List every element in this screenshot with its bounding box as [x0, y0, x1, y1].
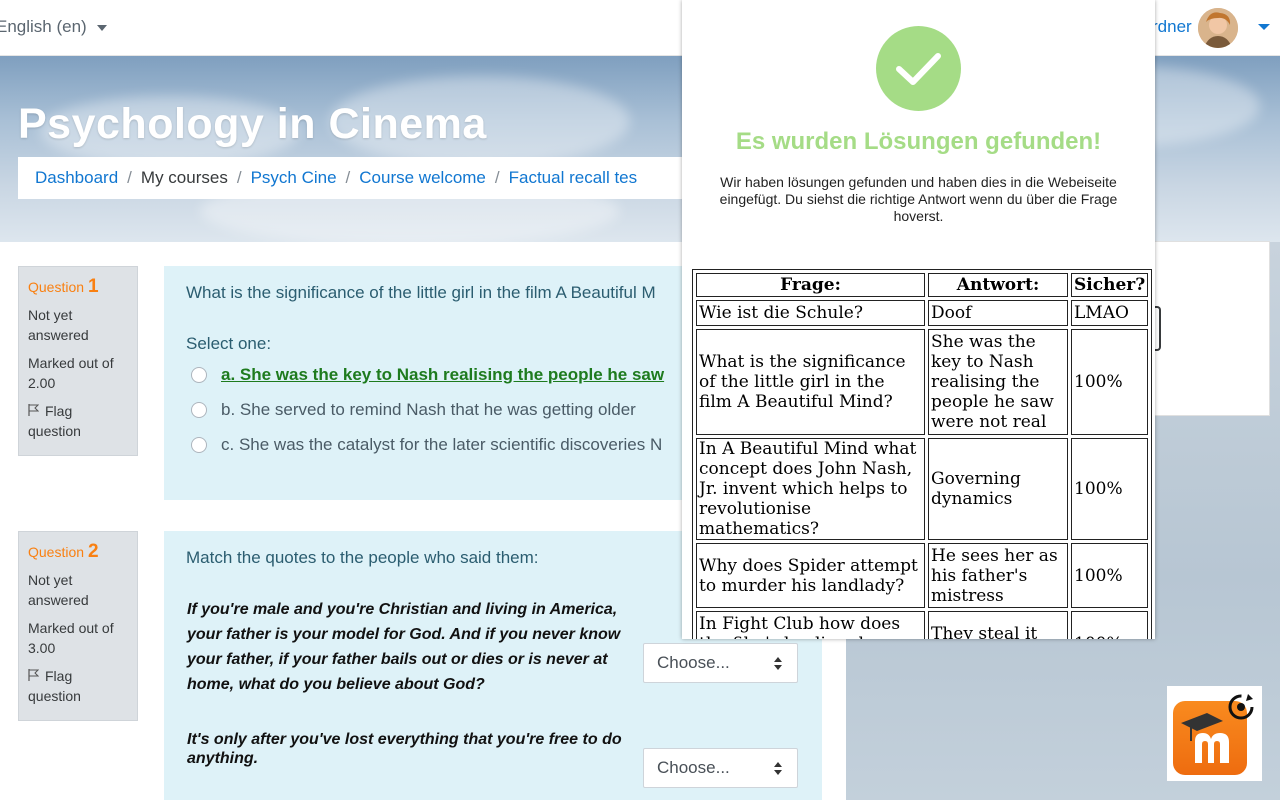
answer-select-1[interactable]: Choose...	[643, 643, 798, 683]
table-cell: Governing dynamics	[928, 438, 1068, 540]
language-label[interactable]: English (en)	[0, 17, 87, 36]
table-cell: LMAO	[1071, 300, 1149, 326]
select-arrow-icon	[774, 762, 782, 767]
column-header: Sicher?	[1071, 273, 1149, 297]
breadcrumb-quiz[interactable]: Factual recall tes	[509, 168, 638, 188]
breadcrumb-section[interactable]: Course welcome	[359, 168, 486, 188]
flag-question[interactable]: Flag question	[28, 401, 128, 441]
question-marks: Marked out of 2.00	[28, 355, 114, 391]
table-cell: In A Beautiful Mind what concept does Jo…	[696, 438, 925, 540]
chevron-down-icon[interactable]	[96, 24, 107, 31]
table-cell: 100%	[1071, 543, 1149, 608]
language-menu[interactable]: English (en)	[0, 17, 107, 37]
page-title: Psychology in Cinema	[18, 100, 487, 148]
table-cell: Wie ist die Schule?	[696, 300, 925, 326]
table-row: What is the significance of the little g…	[696, 329, 1149, 435]
user-menu-chevron-icon[interactable]	[1258, 24, 1270, 30]
radio-button[interactable]	[191, 402, 207, 418]
popup-message: Wir haben lösungen gefunden und haben di…	[719, 174, 1118, 224]
question-info-1: Question 1 Not yet answered Marked out o…	[18, 266, 138, 456]
breadcrumb-separator: /	[345, 168, 351, 187]
table-cell: 100%	[1071, 329, 1149, 435]
breadcrumb-separator: /	[236, 168, 242, 187]
avatar[interactable]	[1198, 8, 1238, 48]
table-row: Why does Spider attempt to murder his la…	[696, 543, 1149, 608]
question-status: Not yet answered	[28, 307, 89, 343]
select-one-label: Select one:	[186, 334, 272, 353]
popup-title: Es wurden Lösungen gefunden!	[735, 128, 1102, 155]
success-check-icon	[876, 26, 961, 111]
question-number: Question 2	[28, 541, 99, 562]
question-status: Not yet answered	[28, 572, 89, 608]
answer-select-2[interactable]: Choose...	[643, 748, 798, 788]
breadcrumb-my-courses: My courses	[140, 168, 228, 187]
table-header-row: Frage: Antwort: Sicher?	[696, 273, 1149, 297]
radio-button[interactable]	[191, 367, 207, 383]
breadcrumb: Dashboard / My courses / Psych Cine / Co…	[18, 157, 698, 199]
question-text: What is the significance of the little g…	[186, 283, 656, 302]
table-cell: She was the key to Nash realising the pe…	[928, 329, 1068, 435]
moodle-app-badge[interactable]	[1167, 686, 1262, 781]
flag-question[interactable]: Flag question	[28, 666, 128, 706]
column-header: Antwort:	[928, 273, 1068, 297]
table-cell: In Fight Club how does the film's leadin…	[696, 611, 925, 639]
table-row: In Fight Club how does the film's leadin…	[696, 611, 1149, 639]
answer-option-c[interactable]: c. She was the catalyst for the later sc…	[191, 435, 662, 455]
table-cell: 100%	[1071, 438, 1149, 540]
quote-1: If you're male and you're Christian and …	[187, 601, 621, 693]
column-header: Frage:	[696, 273, 925, 297]
solutions-table: Frage: Antwort: Sicher? Wie ist die Schu…	[692, 269, 1153, 639]
breadcrumb-course[interactable]: Psych Cine	[251, 168, 337, 188]
question-text: Match the quotes to the people who said …	[186, 548, 539, 567]
question-info-2: Question 2 Not yet answered Marked out o…	[18, 531, 138, 721]
table-cell: They steal it from a plastic	[928, 611, 1068, 639]
radio-button[interactable]	[191, 437, 207, 453]
question-marks: Marked out of 3.00	[28, 620, 114, 656]
table-cell: What is the significance of the little g…	[696, 329, 925, 435]
table-cell: Doof	[928, 300, 1068, 326]
select-arrow-icon	[774, 657, 782, 662]
breadcrumb-separator: /	[127, 168, 132, 187]
answer-option-a[interactable]: a. She was the key to Nash realising the…	[191, 365, 664, 385]
flag-icon[interactable]	[28, 666, 40, 681]
sync-icon[interactable]	[1224, 690, 1258, 724]
quote-2: It's only after you've lost everything t…	[187, 731, 622, 767]
user-name[interactable]: rdner	[1152, 17, 1192, 37]
quiz-navigation-block	[1150, 241, 1270, 416]
breadcrumb-dashboard[interactable]: Dashboard	[35, 168, 118, 188]
question-number: Question 1	[28, 276, 99, 297]
breadcrumb-separator: /	[494, 168, 500, 187]
table-cell: 100%	[1071, 611, 1149, 639]
table-row: Wie ist die Schule? Doof LMAO	[696, 300, 1149, 326]
flag-icon[interactable]	[28, 401, 40, 416]
table-cell: Why does Spider attempt to murder his la…	[696, 543, 925, 608]
table-cell: He sees her as his father's mistress	[928, 543, 1068, 608]
table-row: In A Beautiful Mind what concept does Jo…	[696, 438, 1149, 540]
solutions-popup: Es wurden Lösungen gefunden! Wir haben l…	[682, 0, 1155, 639]
answer-option-b[interactable]: b. She served to remind Nash that he was…	[191, 400, 636, 420]
